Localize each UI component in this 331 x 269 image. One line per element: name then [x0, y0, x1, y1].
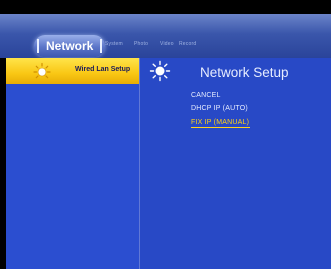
sidebar: Wired Lan Setup	[6, 58, 140, 269]
sun-icon	[33, 62, 51, 79]
main-panel: Network Setup CANCEL DHCP IP (AUTO) FIX …	[140, 58, 331, 269]
top-navigation-bar: Network System Photo Video Record	[0, 14, 331, 58]
tab-system[interactable]: System	[105, 41, 123, 47]
sidebar-item-label: Wired Lan Setup	[75, 66, 131, 73]
tab-record[interactable]: Record	[179, 41, 196, 47]
sun-icon	[149, 60, 171, 82]
option-dhcp-ip-auto[interactable]: DHCP IP (AUTO)	[191, 105, 248, 112]
top-black-band	[0, 0, 331, 14]
app-window: Network System Photo Video Record Wired …	[0, 0, 331, 269]
tab-video[interactable]: Video	[160, 41, 174, 47]
page-title: Network Setup	[200, 65, 289, 80]
sidebar-item-wired-lan-setup[interactable]: Wired Lan Setup	[6, 58, 140, 84]
option-cancel[interactable]: CANCEL	[191, 92, 221, 99]
tab-network-label: Network	[46, 39, 94, 53]
option-label: DHCP IP (AUTO)	[191, 105, 248, 112]
tab-left-divider	[37, 39, 39, 53]
option-label: CANCEL	[191, 92, 221, 99]
option-label: FIX IP (MANUAL)	[191, 119, 250, 126]
tab-network[interactable]: Network	[34, 35, 106, 57]
selection-underline	[191, 127, 251, 128]
option-fix-ip-manual[interactable]: FIX IP (MANUAL)	[191, 119, 251, 128]
tab-photo[interactable]: Photo	[134, 41, 148, 47]
tab-right-divider	[100, 39, 103, 53]
